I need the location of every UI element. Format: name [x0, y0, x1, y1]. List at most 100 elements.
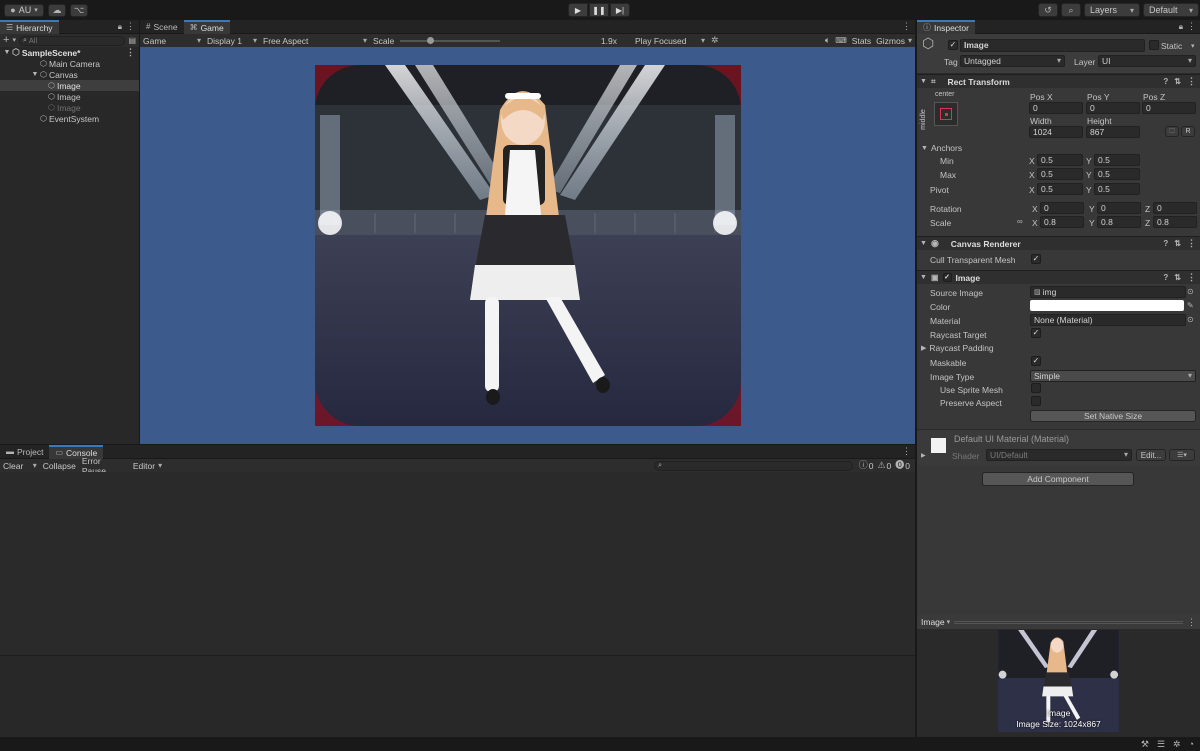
debug-icon[interactable]: ✲ [1173, 739, 1181, 749]
canvas-renderer-header[interactable]: ▼ ◉ Canvas Renderer ? ⇅ ⋮ [917, 236, 1200, 250]
more-icon[interactable]: ⋮ [126, 22, 135, 31]
console-search-input[interactable]: ⌕ [654, 460, 853, 471]
console-log-area[interactable] [0, 472, 915, 656]
more-icon[interactable]: ⋮ [1187, 273, 1196, 282]
cloud-button[interactable]: ☁ [48, 3, 66, 17]
source-image-field[interactable]: ▨ img [1030, 286, 1186, 298]
tree-item-scene[interactable]: ▼ ⬡ SampleScene* ⋮ [0, 47, 139, 58]
more-icon[interactable]: ⋮ [902, 22, 911, 31]
preserve-aspect-checkbox[interactable] [1031, 396, 1041, 406]
tree-item-main-camera[interactable]: ⬡ Main Camera [0, 58, 139, 69]
more-icon[interactable]: ⋮ [1187, 617, 1196, 627]
help-icon[interactable]: ? [1163, 239, 1168, 248]
use-sprite-mesh-checkbox[interactable] [1031, 383, 1041, 393]
info-filter[interactable]: ⓘ 0 [859, 461, 874, 471]
tree-item-image-selected[interactable]: ⬡ Image [0, 80, 139, 91]
layer-dropdown[interactable]: UI [1098, 55, 1196, 67]
progress-icon[interactable]: ◔ [1189, 739, 1194, 749]
scale-x-field[interactable]: 0.8 [1040, 216, 1084, 228]
material-field[interactable]: None (Material) [1030, 314, 1186, 326]
tree-item-canvas[interactable]: ▼ ⬡ Canvas [0, 69, 139, 80]
tree-item-image[interactable]: ⬡ Image [0, 91, 139, 102]
layers-dropdown[interactable]: Layers [1084, 3, 1140, 17]
presets-icon[interactable]: ⇅ [1174, 239, 1181, 248]
min-x-field[interactable]: 0.5 [1037, 154, 1083, 166]
help-icon[interactable]: ? [1163, 77, 1168, 86]
more-icon[interactable]: ⋮ [1187, 77, 1196, 86]
filter-icon[interactable]: ▤ [128, 36, 136, 45]
tab-project[interactable]: ▬ Project [0, 445, 49, 459]
max-x-field[interactable]: 0.5 [1037, 168, 1083, 180]
editor-dropdown[interactable]: Editor [133, 461, 162, 471]
pivot-y-field[interactable]: 0.5 [1094, 183, 1140, 195]
display-dropdown[interactable]: Display 1 [207, 36, 257, 46]
clear-button[interactable]: Clear [3, 461, 37, 471]
chevron-right-icon[interactable]: ▶ [921, 452, 926, 461]
error-filter[interactable]: ⓿0 [895, 461, 910, 471]
object-picker-icon[interactable]: ⊙ [1187, 315, 1194, 324]
warning-filter[interactable]: ⚠ 0 [877, 461, 891, 471]
min-y-field[interactable]: 0.5 [1094, 154, 1140, 166]
pos-z-field[interactable]: 0 [1142, 102, 1196, 114]
tree-item-eventsystem[interactable]: ⬡ EventSystem [0, 113, 139, 124]
build-icon[interactable]: ⚒ [1141, 739, 1149, 749]
image-enabled-checkbox[interactable]: ✓ [942, 273, 952, 282]
rect-transform-header[interactable]: ▼ ⌗ Rect Transform ? ⇅ ⋮ [917, 74, 1200, 88]
pivot-x-field[interactable]: 0.5 [1037, 183, 1083, 195]
console-detail-area[interactable] [0, 657, 915, 737]
step-button[interactable]: ▶| [610, 3, 630, 17]
collapse-toggle[interactable]: Collapse [43, 461, 76, 471]
game-viewport[interactable] [140, 47, 915, 444]
maskable-checkbox[interactable]: ✓ [1031, 356, 1041, 366]
collab-button[interactable]: ⌥ [70, 3, 88, 17]
static-checkbox[interactable] [1149, 40, 1159, 50]
more-icon[interactable]: ⋮ [1187, 22, 1196, 31]
tree-item-image-disabled[interactable]: ⬡ Image [0, 102, 139, 113]
pos-y-field[interactable]: 0 [1086, 102, 1140, 114]
play-focused-dropdown[interactable]: Play Focused [635, 36, 705, 46]
presets-icon[interactable]: ⇅ [1174, 77, 1181, 86]
bug-icon[interactable]: ✲ [711, 36, 719, 45]
scale-slider[interactable] [400, 36, 501, 44]
tab-hierarchy[interactable]: ☰ Hierarchy [0, 19, 59, 34]
tab-scene[interactable]: # Scene [140, 20, 184, 34]
raw-edit-button[interactable]: R [1181, 126, 1195, 137]
tab-inspector[interactable]: ⓘ Inspector [917, 19, 975, 34]
undo-history-button[interactable]: ↺ [1038, 3, 1058, 17]
game-mode-dropdown[interactable]: Game [143, 36, 201, 46]
raycast-padding-foldout[interactable]: ▶ Raycast Padding [921, 343, 994, 353]
stats-toggle[interactable]: Stats [852, 36, 871, 46]
pause-button[interactable]: ❚❚ [589, 3, 609, 17]
more-icon[interactable]: ⋮ [126, 48, 135, 57]
lock-icon[interactable]: 🔒︎ [118, 22, 122, 31]
blueprint-mode-button[interactable]: ⬚ [1165, 126, 1179, 137]
keyboard-icon[interactable]: ⌨ [835, 36, 847, 45]
color-swatch[interactable] [1030, 300, 1184, 311]
image-component-header[interactable]: ▼ ▣ ✓ Image ? ⇅ ⋮ [917, 270, 1200, 284]
shader-dropdown[interactable]: UI/Default [986, 449, 1132, 461]
pos-x-field[interactable]: 0 [1029, 102, 1083, 114]
preview-dropdown[interactable]: Image ▾ [921, 617, 950, 627]
search-button[interactable]: ⌕ [1061, 3, 1081, 17]
max-y-field[interactable]: 0.5 [1094, 168, 1140, 180]
set-native-size-button[interactable]: Set Native Size [1030, 410, 1196, 422]
cull-transparent-mesh-checkbox[interactable]: ✓ [1031, 254, 1041, 264]
add-icon[interactable]: + [3, 35, 9, 46]
play-button[interactable]: ▶ [568, 3, 588, 17]
help-icon[interactable]: ? [1163, 273, 1168, 282]
preview-drag-bar[interactable] [954, 620, 1183, 624]
panel-divider[interactable] [915, 20, 917, 737]
height-field[interactable]: 867 [1086, 126, 1140, 138]
hierarchy-search-input[interactable]: ⌕ All [18, 35, 126, 46]
eyedropper-icon[interactable]: ✎ [1187, 301, 1194, 310]
aspect-dropdown[interactable]: Free Aspect [263, 36, 367, 46]
raycast-target-checkbox[interactable]: ✓ [1031, 328, 1041, 338]
more-icon[interactable]: ⋮ [1187, 239, 1196, 248]
scale-y-field[interactable]: 0.8 [1097, 216, 1141, 228]
audio-icon[interactable]: 🔈︎ [825, 36, 830, 45]
presets-icon[interactable]: ⇅ [1174, 273, 1181, 282]
active-checkbox[interactable]: ✓ [948, 40, 958, 50]
width-field[interactable]: 1024 [1029, 126, 1083, 138]
scale-slider-handle[interactable] [427, 36, 435, 44]
link-icon[interactable]: ∞ [1017, 217, 1023, 226]
